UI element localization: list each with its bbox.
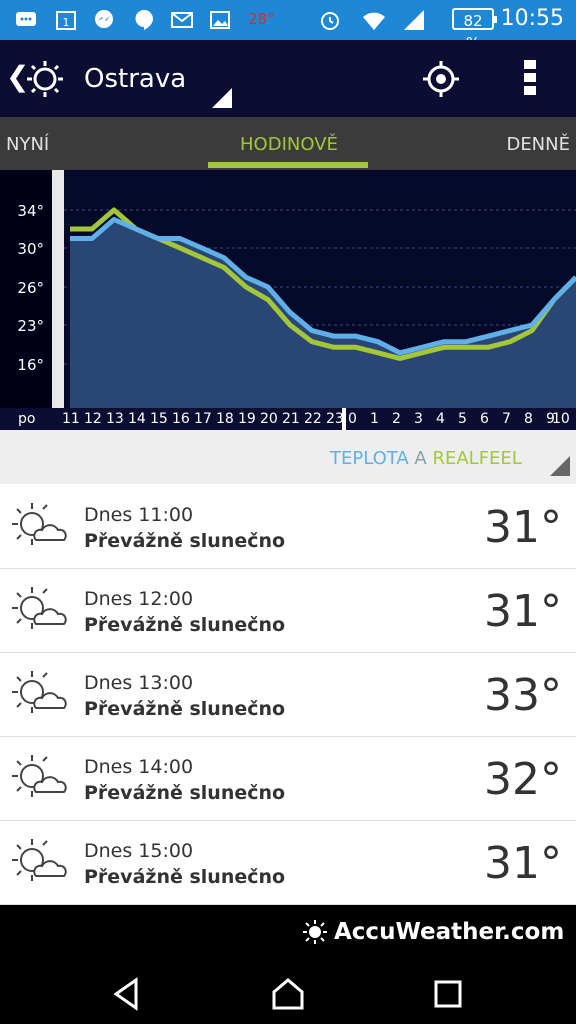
wifi-icon xyxy=(363,12,385,30)
x-axis: po 11 12 13 14 15 16 17 18 19 20 21 22 23 0 1 2 3 4 5 6 7 8 9 10 xyxy=(0,408,576,430)
x-tick-label: 3 xyxy=(414,411,423,427)
recents-nav-icon[interactable] xyxy=(428,974,468,1014)
list-item-time: Dnes 12:00 xyxy=(84,588,194,610)
back-nav-icon[interactable] xyxy=(108,974,148,1014)
list-item-temperature: 33° xyxy=(484,670,562,721)
x-tick-label: 22 xyxy=(304,411,322,427)
menu-icon[interactable] xyxy=(524,60,538,100)
list-item[interactable]: Dnes 14:00 Převážně slunečno 32° xyxy=(0,736,576,821)
list-item-temperature: 32° xyxy=(484,754,562,805)
home-nav-icon[interactable] xyxy=(268,974,308,1014)
list-item-description: Převážně slunečno xyxy=(84,614,286,636)
y-tick-label: 23° xyxy=(17,317,44,335)
x-tick-label: 4 xyxy=(436,411,445,427)
y-tick-label: 30° xyxy=(17,240,44,258)
chat-icon xyxy=(16,12,36,26)
hangouts-icon xyxy=(135,10,153,30)
x-tick-label: 21 xyxy=(282,411,300,427)
x-tick-label: 2 xyxy=(392,411,401,427)
y-tick-label: 26° xyxy=(17,279,44,297)
partly-sunny-icon xyxy=(12,587,67,629)
legend-realfeel: REALFEEL xyxy=(432,448,522,469)
list-item[interactable]: Dnes 12:00 Převážně slunečno 31° xyxy=(0,568,576,653)
battery-icon: 82 % xyxy=(452,8,497,52)
x-tick-label: 7 xyxy=(502,411,511,427)
list-item-time: Dnes 15:00 xyxy=(84,840,194,862)
x-tick-label: 20 xyxy=(260,411,278,427)
legend-text[interactable]: TEPLOTA A REALFEEL xyxy=(330,448,522,469)
gallery-icon xyxy=(210,11,230,29)
x-axis-day-label: po xyxy=(18,411,36,427)
x-tick-label: 14 xyxy=(128,411,146,427)
x-tick-label: 10 xyxy=(552,411,570,427)
tab-now[interactable]: NYNÍ xyxy=(6,134,49,155)
x-tick-label: 19 xyxy=(238,411,256,427)
x-tick-label: 15 xyxy=(150,411,168,427)
footer: AccuWeather.com xyxy=(0,905,576,962)
legend-temperature: TEPLOTA xyxy=(330,448,409,469)
brand-name[interactable]: AccuWeather.com xyxy=(334,919,564,945)
navigation-bar xyxy=(0,962,576,1024)
sun-icon[interactable] xyxy=(26,60,64,98)
clock: 10:55 xyxy=(500,6,564,31)
list-item-temperature: 31° xyxy=(484,586,562,637)
x-tick-label: 6 xyxy=(480,411,489,427)
svg-text:1: 1 xyxy=(63,16,70,29)
list-item-time: Dnes 13:00 xyxy=(84,672,194,694)
x-tick-label: 5 xyxy=(458,411,467,427)
list-item-description: Převážně slunečno xyxy=(84,530,286,552)
x-tick-label: 18 xyxy=(216,411,234,427)
list-item-description: Převážně slunečno xyxy=(84,782,286,804)
tab-bar: NYNÍ HODINOVĚ DENNĚ xyxy=(0,117,576,170)
list-item-description: Převážně slunečno xyxy=(84,698,286,720)
tab-hourly[interactable]: HODINOVĚ xyxy=(240,134,338,155)
tab-active-indicator xyxy=(208,162,368,168)
day-divider xyxy=(342,408,346,430)
list-item[interactable]: Dnes 11:00 Převážně slunečno 31° xyxy=(0,484,576,569)
location-icon[interactable] xyxy=(422,60,460,98)
y-tick-label: 16° xyxy=(17,356,44,374)
city-name[interactable]: Ostrava xyxy=(84,64,186,94)
messenger-icon xyxy=(95,10,113,28)
list-item[interactable]: Dnes 13:00 Převážně slunečno 33° xyxy=(0,652,576,737)
x-tick-label: 16 xyxy=(172,411,190,427)
accuweather-logo-icon xyxy=(303,920,327,944)
legend-dropdown-indicator[interactable] xyxy=(550,456,570,476)
list-item-time: Dnes 11:00 xyxy=(84,504,194,526)
x-tick-label: 1 xyxy=(370,411,379,427)
list-item-description: Převážně slunečno xyxy=(84,866,286,888)
hourly-list: Dnes 11:00 Převážně slunečno 31° Dnes 12… xyxy=(0,484,576,905)
list-item-temperature: 31° xyxy=(484,838,562,889)
partly-sunny-icon xyxy=(12,503,67,545)
partly-sunny-icon xyxy=(12,839,67,881)
calendar-icon: 1 xyxy=(56,11,76,30)
legend-and: A xyxy=(408,448,433,469)
status-bar: 1 28° 82 % 10:55 xyxy=(0,0,576,52)
list-item-temperature: 31° xyxy=(484,502,562,553)
alarm-icon xyxy=(321,12,339,30)
city-dropdown-indicator[interactable] xyxy=(212,88,232,108)
x-tick-label: 12 xyxy=(84,411,102,427)
list-item[interactable]: Dnes 15:00 Převážně slunečno 31° xyxy=(0,820,576,905)
partly-sunny-icon xyxy=(12,755,67,797)
tab-daily[interactable]: DENNĚ xyxy=(506,134,570,155)
x-tick-label: 0 xyxy=(348,411,357,427)
temperature-notification: 28° xyxy=(248,10,275,28)
x-tick-label: 13 xyxy=(106,411,124,427)
partly-sunny-icon xyxy=(12,671,67,713)
x-tick-label: 8 xyxy=(524,411,533,427)
signal-icon xyxy=(404,10,424,30)
list-item-time: Dnes 14:00 xyxy=(84,756,194,778)
app-bar: ❮ Ostrava xyxy=(0,40,576,117)
chart-svg: 34° 30° 26° 23° 16° xyxy=(0,170,576,408)
gmail-icon xyxy=(171,12,193,28)
x-tick-label: 17 xyxy=(194,411,212,427)
x-tick-label: 11 xyxy=(62,411,80,427)
legend-bar: TEPLOTA A REALFEEL xyxy=(0,430,576,484)
temperature-chart[interactable]: 34° 30° 26° 23° 16° xyxy=(0,170,576,408)
y-tick-label: 34° xyxy=(17,202,44,220)
y-axis-divider xyxy=(52,170,64,408)
